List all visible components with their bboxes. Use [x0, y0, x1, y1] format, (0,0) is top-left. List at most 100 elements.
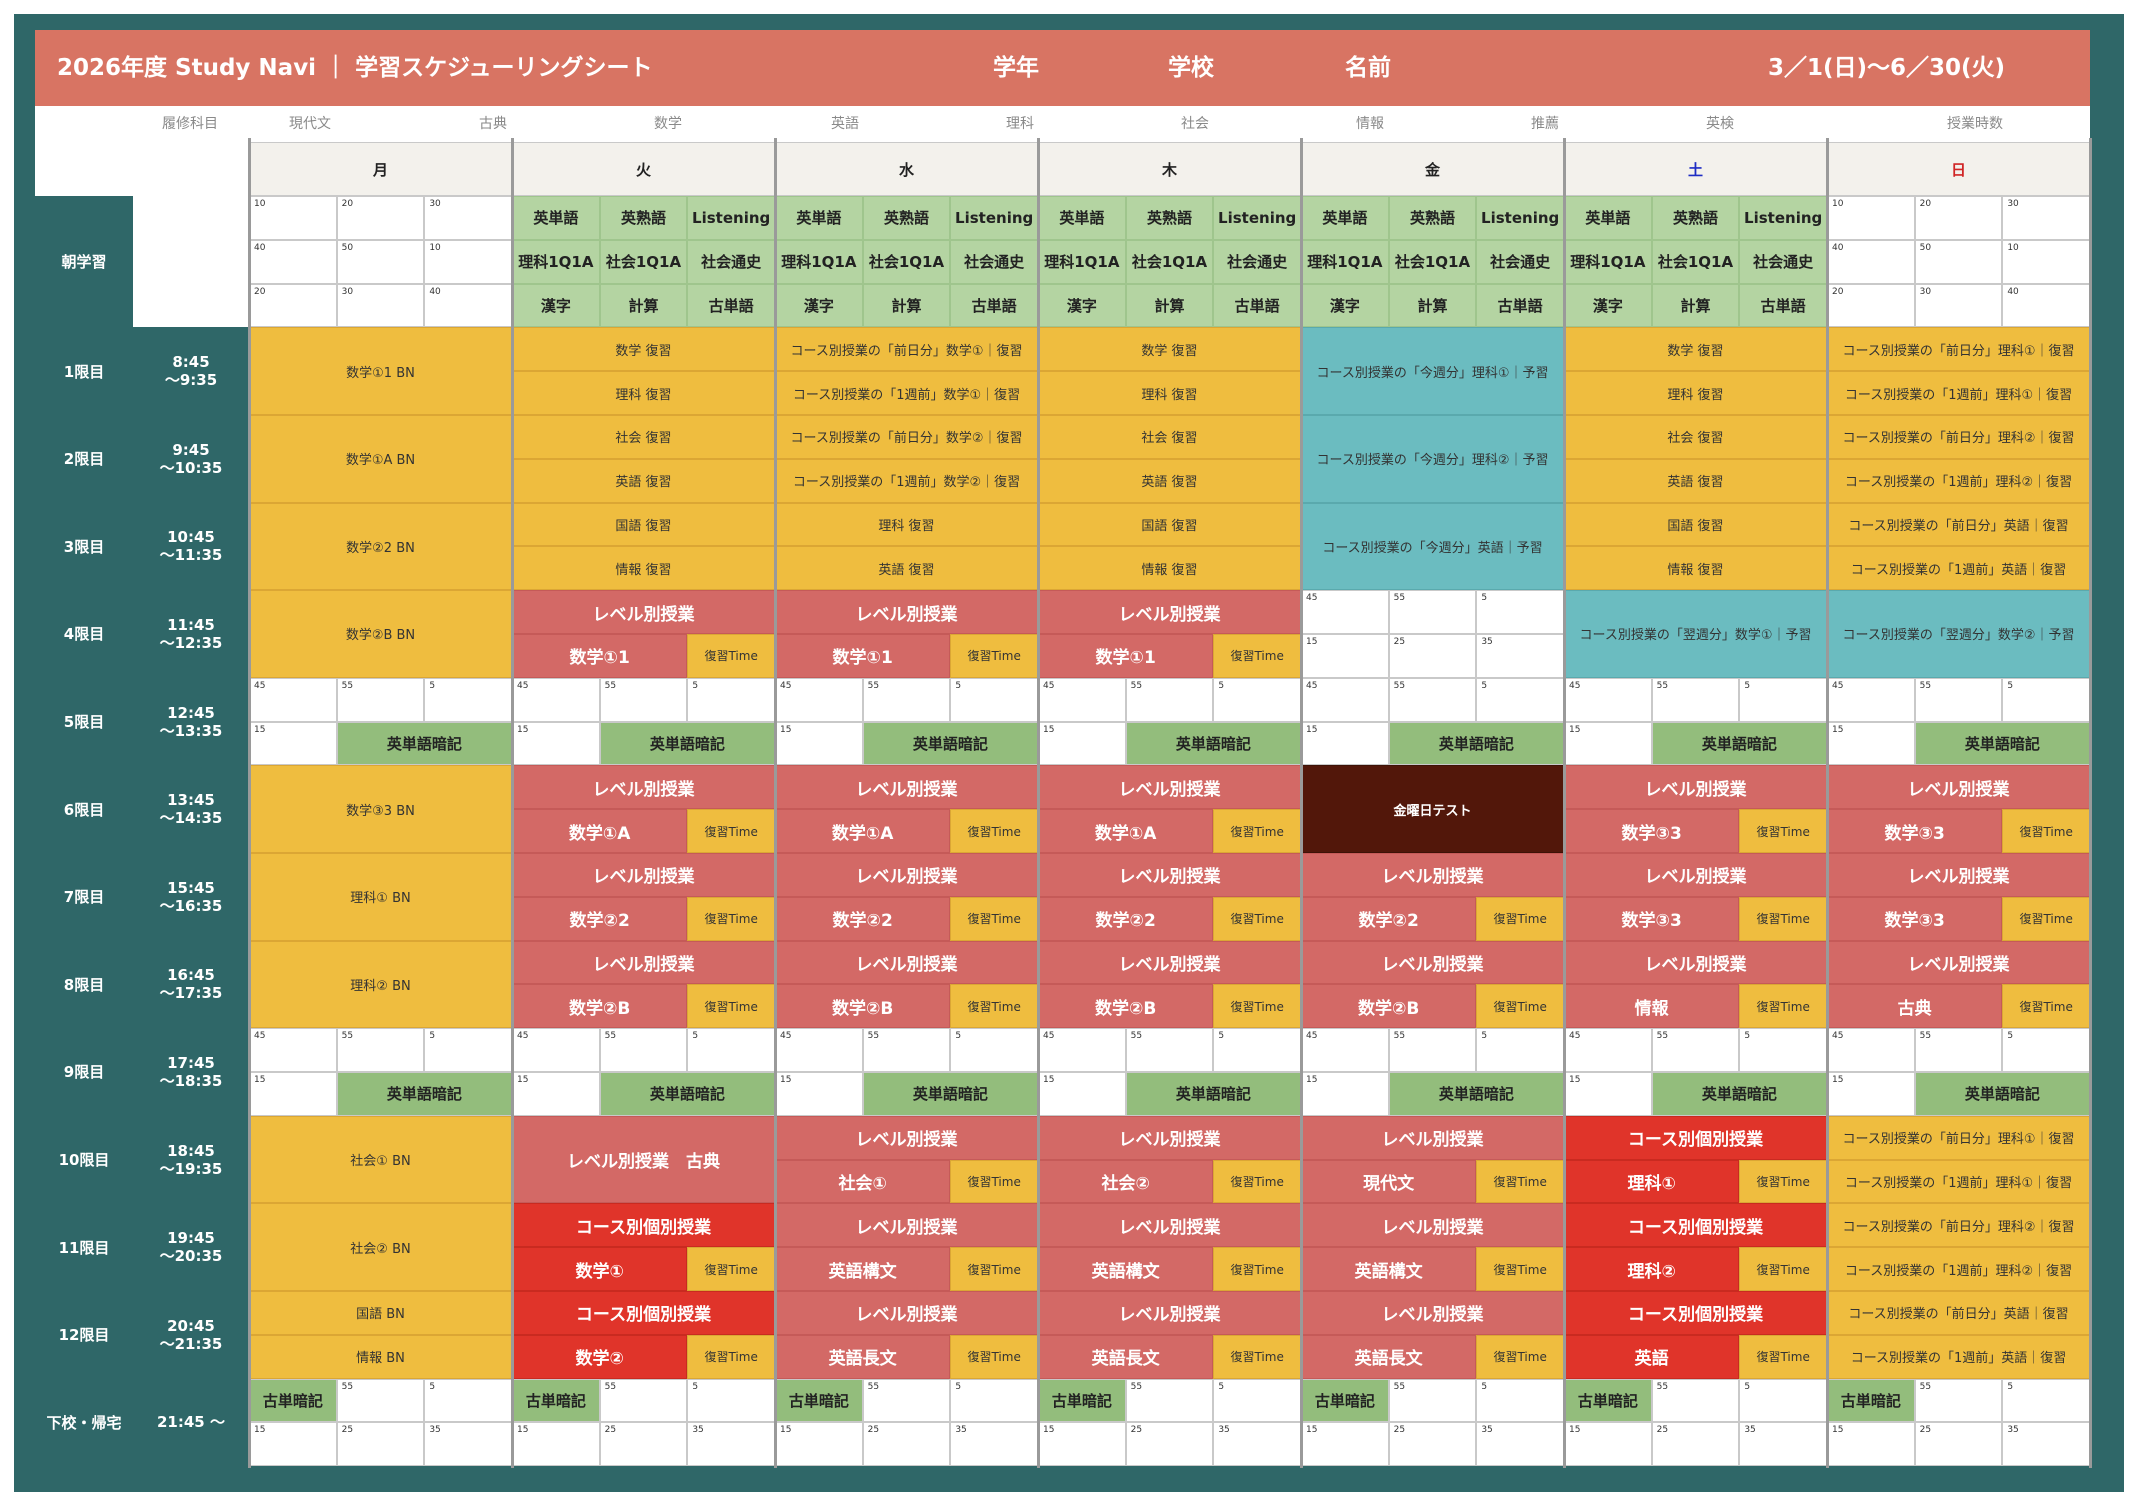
- minute-slot[interactable]: 10: [1827, 196, 1915, 240]
- minute-slot[interactable]: 35: [687, 1422, 775, 1467]
- minute-slot[interactable]: 15: [775, 1422, 863, 1467]
- minute-slot[interactable]: 55: [336, 1028, 425, 1072]
- minute-slot[interactable]: 15: [1564, 721, 1652, 766]
- minute-slot[interactable]: 25: [1388, 634, 1477, 678]
- minute-slot[interactable]: 35: [1476, 1422, 1564, 1467]
- minute-slot[interactable]: 35: [1476, 634, 1564, 678]
- minute-slot[interactable]: 45: [1564, 677, 1652, 722]
- minute-slot[interactable]: 10: [249, 196, 337, 240]
- minute-slot[interactable]: 5: [950, 677, 1038, 722]
- minute-slot[interactable]: 5: [1213, 1378, 1301, 1423]
- minute-slot[interactable]: 45: [249, 677, 337, 722]
- minute-slot[interactable]: 55: [1651, 1028, 1740, 1072]
- minute-slot[interactable]: 5: [2002, 677, 2090, 722]
- minute-slot[interactable]: 45: [512, 677, 600, 722]
- minute-slot[interactable]: 45: [1301, 1028, 1389, 1072]
- minute-slot[interactable]: 5: [1213, 677, 1301, 722]
- minute-slot[interactable]: 55: [1388, 1378, 1477, 1423]
- minute-slot[interactable]: 15: [1038, 1422, 1126, 1467]
- minute-slot[interactable]: 20: [249, 283, 337, 328]
- minute-slot[interactable]: 5: [1476, 677, 1564, 722]
- minute-slot[interactable]: 55: [1914, 677, 2003, 722]
- minute-slot[interactable]: 15: [1301, 1422, 1389, 1467]
- minute-slot[interactable]: 25: [599, 1422, 688, 1467]
- minute-slot[interactable]: 15: [249, 1422, 337, 1467]
- minute-slot[interactable]: 15: [1038, 721, 1126, 766]
- minute-slot[interactable]: 5: [1739, 677, 1827, 722]
- minute-slot[interactable]: 25: [1914, 1422, 2003, 1467]
- minute-slot[interactable]: 5: [950, 1378, 1038, 1423]
- minute-slot[interactable]: 15: [512, 1072, 600, 1116]
- minute-slot[interactable]: 30: [1914, 283, 2003, 328]
- minute-slot[interactable]: 30: [424, 196, 512, 240]
- minute-slot[interactable]: 55: [1388, 590, 1477, 634]
- minute-slot[interactable]: 55: [1388, 677, 1477, 722]
- minute-slot[interactable]: 5: [1476, 590, 1564, 634]
- minute-slot[interactable]: 15: [512, 721, 600, 766]
- minute-slot[interactable]: 45: [1038, 677, 1126, 722]
- minute-slot[interactable]: 55: [862, 1378, 951, 1423]
- minute-slot[interactable]: 25: [862, 1422, 951, 1467]
- minute-slot[interactable]: 40: [424, 283, 512, 328]
- minute-slot[interactable]: 5: [2002, 1028, 2090, 1072]
- minute-slot[interactable]: 20: [1827, 283, 1915, 328]
- minute-slot[interactable]: 15: [249, 1072, 337, 1116]
- minute-slot[interactable]: 20: [1914, 196, 2003, 240]
- minute-slot[interactable]: 55: [1914, 1028, 2003, 1072]
- minute-slot[interactable]: 15: [512, 1422, 600, 1467]
- minute-slot[interactable]: 5: [2002, 1378, 2090, 1423]
- minute-slot[interactable]: 25: [1125, 1422, 1214, 1467]
- minute-slot[interactable]: 55: [1914, 1378, 2003, 1423]
- minute-slot[interactable]: 5: [687, 1028, 775, 1072]
- minute-slot[interactable]: 15: [1301, 1072, 1389, 1116]
- minute-slot[interactable]: 5: [1213, 1028, 1301, 1072]
- minute-slot[interactable]: 5: [424, 1028, 512, 1072]
- minute-slot[interactable]: 20: [336, 196, 425, 240]
- minute-slot[interactable]: 25: [336, 1422, 425, 1467]
- minute-slot[interactable]: 5: [424, 1378, 512, 1423]
- minute-slot[interactable]: 45: [1301, 590, 1389, 634]
- minute-slot[interactable]: 45: [775, 677, 863, 722]
- minute-slot[interactable]: 10: [424, 239, 512, 284]
- minute-slot[interactable]: 55: [1125, 1028, 1214, 1072]
- minute-slot[interactable]: 45: [512, 1028, 600, 1072]
- minute-slot[interactable]: 35: [1213, 1422, 1301, 1467]
- minute-slot[interactable]: 5: [1739, 1028, 1827, 1072]
- minute-slot[interactable]: 45: [1827, 677, 1915, 722]
- minute-slot[interactable]: 45: [1301, 677, 1389, 722]
- minute-slot[interactable]: 35: [950, 1422, 1038, 1467]
- minute-slot[interactable]: 55: [1388, 1028, 1477, 1072]
- minute-slot[interactable]: 15: [1827, 721, 1915, 766]
- minute-slot[interactable]: 55: [1125, 677, 1214, 722]
- minute-slot[interactable]: 25: [1651, 1422, 1740, 1467]
- minute-slot[interactable]: 35: [1739, 1422, 1827, 1467]
- minute-slot[interactable]: 25: [1388, 1422, 1477, 1467]
- minute-slot[interactable]: 15: [1564, 1072, 1652, 1116]
- minute-slot[interactable]: 15: [775, 1072, 863, 1116]
- minute-slot[interactable]: 45: [1564, 1028, 1652, 1072]
- minute-slot[interactable]: 35: [2002, 1422, 2090, 1467]
- minute-slot[interactable]: 55: [862, 677, 951, 722]
- minute-slot[interactable]: 40: [2002, 283, 2090, 328]
- minute-slot[interactable]: 45: [1827, 1028, 1915, 1072]
- minute-slot[interactable]: 30: [336, 283, 425, 328]
- minute-slot[interactable]: 5: [424, 677, 512, 722]
- minute-slot[interactable]: 35: [424, 1422, 512, 1467]
- minute-slot[interactable]: 55: [336, 1378, 425, 1423]
- minute-slot[interactable]: 55: [1125, 1378, 1214, 1423]
- minute-slot[interactable]: 45: [775, 1028, 863, 1072]
- minute-slot[interactable]: 5: [950, 1028, 1038, 1072]
- minute-slot[interactable]: 15: [1827, 1072, 1915, 1116]
- minute-slot[interactable]: 5: [1476, 1028, 1564, 1072]
- minute-slot[interactable]: 5: [687, 1378, 775, 1423]
- minute-slot[interactable]: 15: [249, 721, 337, 766]
- minute-slot[interactable]: 15: [1564, 1422, 1652, 1467]
- minute-slot[interactable]: 45: [1038, 1028, 1126, 1072]
- minute-slot[interactable]: 15: [1301, 721, 1389, 766]
- minute-slot[interactable]: 5: [1476, 1378, 1564, 1423]
- minute-slot[interactable]: 40: [249, 239, 337, 284]
- minute-slot[interactable]: 40: [1827, 239, 1915, 284]
- minute-slot[interactable]: 15: [1301, 634, 1389, 678]
- minute-slot[interactable]: 45: [249, 1028, 337, 1072]
- minute-slot[interactable]: 5: [687, 677, 775, 722]
